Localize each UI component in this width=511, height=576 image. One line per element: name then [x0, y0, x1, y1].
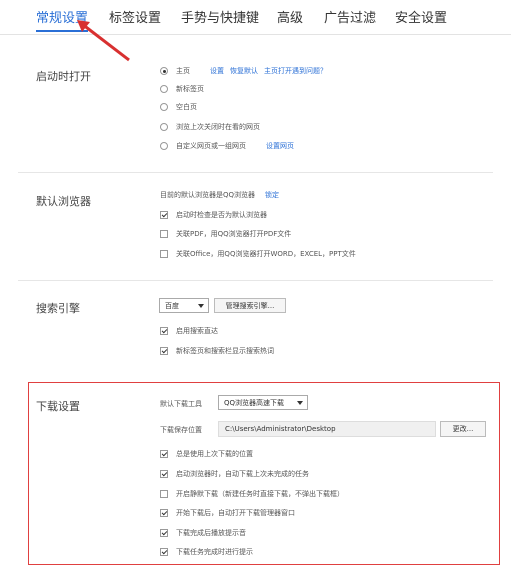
download-path-label: 下载保存位置	[160, 426, 202, 434]
set-pages-link[interactable]: 设置网页	[266, 141, 294, 151]
home-settings-link[interactable]: 设置	[210, 66, 224, 76]
checkbox-play-sound[interactable]	[160, 529, 168, 537]
startup-option-blank[interactable]: 空白页	[160, 101, 197, 113]
checkbox-open-manager[interactable]	[160, 509, 168, 517]
tab-ad-filter[interactable]: 广告过滤	[324, 7, 376, 26]
restore-default-link[interactable]: 恢复默认	[230, 66, 258, 76]
radio-last-session[interactable]	[160, 123, 168, 131]
change-path-button[interactable]: 更改...	[440, 421, 486, 437]
search-engine-select[interactable]: 百度	[159, 298, 209, 313]
enable-search-direct[interactable]: 启用搜索直达	[160, 325, 218, 337]
open-download-manager[interactable]: 开始下载后，自动打开下载管理器窗口	[160, 507, 295, 519]
chevron-down-icon	[297, 401, 303, 405]
tab-advanced[interactable]: 高级	[277, 7, 303, 26]
startup-section: 启动时打开 主页 设置 恢复默认 主页打开遇到问题？ 新标签页 空白页 浏览上次…	[0, 35, 511, 160]
checkbox-silent-download[interactable]	[160, 490, 168, 498]
default-browser-section: 默认浏览器 目前的默认浏览器是QQ浏览器 锁定 启动时检查是否为默认浏览器 关联…	[0, 172, 511, 272]
download-title: 下载设置	[36, 400, 80, 413]
checkbox-resume-unfinished[interactable]	[160, 470, 168, 478]
search-engine-section: 搜索引擎 百度 管理搜索引擎... 启用搜索直达 新标签页和搜索栏显示搜索热词	[0, 280, 511, 370]
associate-office[interactable]: 关联Office，用QQ浏览器打开WORD，EXCEL，PPT文件	[160, 248, 356, 260]
manage-search-engines-button[interactable]: 管理搜索引擎...	[214, 298, 286, 313]
play-sound-on-complete[interactable]: 下载完成后播放提示音	[160, 527, 246, 539]
use-last-location[interactable]: 总是使用上次下载的位置	[160, 448, 253, 460]
check-default-on-start[interactable]: 启动时检查是否为默认浏览器	[160, 209, 267, 221]
tab-gestures-shortcuts[interactable]: 手势与快捷键	[181, 7, 259, 26]
startup-option-new-tab[interactable]: 新标签页	[160, 83, 204, 95]
checkbox-notify-complete[interactable]	[160, 548, 168, 556]
notify-on-complete[interactable]: 下载任务完成时进行提示	[160, 546, 253, 558]
download-path-field[interactable]: C:\Users\Administrator\Desktop	[218, 421, 436, 437]
checkbox-associate-office[interactable]	[160, 250, 168, 258]
checkbox-associate-pdf[interactable]	[160, 230, 168, 238]
search-engine-title: 搜索引擎	[36, 302, 80, 315]
lock-default-link[interactable]: 锁定	[265, 190, 279, 200]
checkbox-check-default[interactable]	[160, 211, 168, 219]
chevron-down-icon	[198, 304, 204, 308]
checkbox-search-direct[interactable]	[160, 327, 168, 335]
startup-title: 启动时打开	[36, 70, 91, 83]
startup-option-custom[interactable]: 自定义网页或一组网页 设置网页	[160, 140, 294, 152]
checkbox-use-last-location[interactable]	[160, 450, 168, 458]
silent-download[interactable]: 开启静默下载（新建任务时直接下载，不弹出下载框）	[160, 488, 344, 500]
download-tool-select[interactable]: QQ浏览器高速下载	[218, 395, 308, 410]
home-problem-link[interactable]: 主页打开遇到问题？	[264, 66, 327, 76]
associate-pdf[interactable]: 关联PDF，用QQ浏览器打开PDF文件	[160, 228, 291, 240]
show-hot-words[interactable]: 新标签页和搜索栏显示搜索热词	[160, 345, 274, 357]
download-tool-label: 默认下载工具	[160, 400, 202, 408]
default-browser-status: 目前的默认浏览器是QQ浏览器 锁定	[160, 190, 280, 200]
startup-option-last-session[interactable]: 浏览上次关闭时在看的网页	[160, 121, 260, 133]
resume-unfinished[interactable]: 启动浏览器时，自动下载上次未完成的任务	[160, 468, 309, 480]
startup-option-home[interactable]: 主页 设置 恢复默认 主页打开遇到问题？	[160, 65, 327, 77]
checkbox-hot-words[interactable]	[160, 347, 168, 355]
download-section: 下载设置 默认下载工具 QQ浏览器高速下载 下载保存位置 C:\Users\Ad…	[0, 382, 511, 565]
radio-custom[interactable]	[160, 142, 168, 150]
radio-home[interactable]	[160, 67, 168, 75]
default-browser-title: 默认浏览器	[36, 195, 91, 208]
radio-blank[interactable]	[160, 103, 168, 111]
tab-security[interactable]: 安全设置	[395, 7, 447, 26]
radio-new-tab[interactable]	[160, 85, 168, 93]
